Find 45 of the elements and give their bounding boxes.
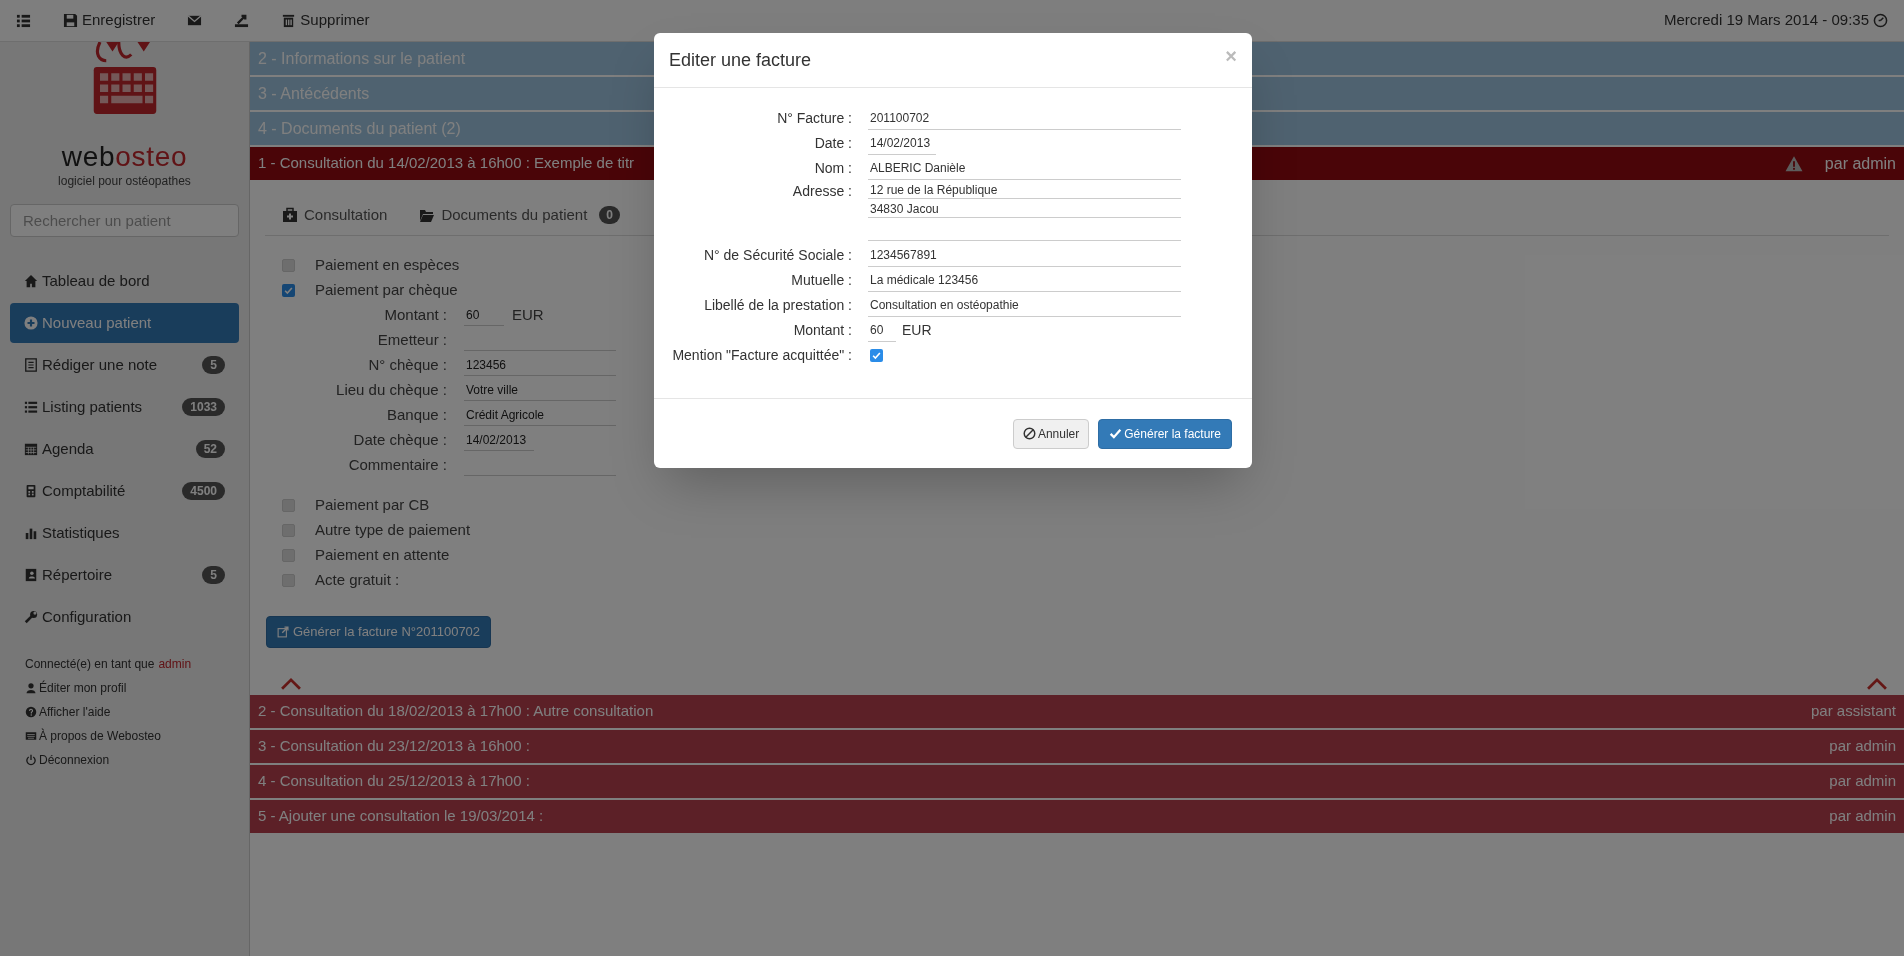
field-label: N° de Sécurité Sociale : (703, 246, 853, 265)
field-label: Date chèque : (352, 429, 448, 450)
field-label: Adresse : (791, 182, 853, 201)
option-label: Paiement en espèces (315, 254, 460, 275)
count-badge: 5 (202, 356, 225, 374)
unit-label: EUR (512, 304, 544, 325)
option-label: Autre type de paiement (315, 519, 471, 540)
section-title: 4 - Consultation du 25/12/2013 à 17h00 : (258, 770, 530, 791)
field-label: Montant : (792, 321, 853, 340)
unit-label: EUR (902, 321, 932, 340)
field-label: Mention "Facture acquittée" : (671, 346, 853, 365)
field-label: Lieu du chèque : (335, 379, 448, 400)
field-label: N° Facture : (776, 109, 853, 128)
count-badge: 0 (599, 206, 620, 225)
field-label: N° chèque : (367, 354, 448, 375)
author-label: par assistant (1810, 700, 1896, 721)
option-label: Paiement par CB (315, 494, 430, 515)
count-badge: 52 (195, 440, 225, 458)
field-label: Libellé de la prestation : (703, 296, 853, 315)
author-label: par admin (1829, 805, 1896, 826)
author-label: par admin (1829, 735, 1896, 756)
dialog-title: Editer une facture (669, 48, 812, 72)
field-label: Commentaire : (347, 454, 448, 475)
count-badge: 1033 (182, 398, 225, 416)
field-label: Banque : (385, 404, 448, 425)
option-label: Paiement par chèque (315, 279, 458, 300)
section-title: 5 - Ajouter une consultation le 19/03/2014 : (258, 805, 544, 826)
section-title: 2 - Consultation du 18/02/2013 à 17h00 : Autre consultation (258, 700, 654, 721)
tagline: logiciel pour ostéopathes (58, 173, 191, 190)
count-badge: 4500 (182, 482, 225, 500)
field-label: Date : (813, 134, 853, 153)
section-title: 3 - Consultation du 23/12/2013 à 16h00 : (258, 735, 530, 756)
option-label: Acte gratuit : (315, 569, 400, 590)
date-time: Mercredi 19 Mars 2014 - 09:35 (1663, 10, 1869, 31)
field-label: Mutuelle : (790, 271, 853, 290)
field-label: Nom : (813, 159, 853, 178)
connected-label: Connecté(e) en tant que (25, 656, 155, 673)
author-label: par admin (1824, 153, 1896, 174)
option-label: Paiement en attente (315, 544, 450, 565)
field-label: Emetteur : (376, 329, 448, 350)
count-badge: 5 (202, 566, 225, 584)
brand-name: webosteo (61, 142, 188, 172)
field-label: Montant : (383, 304, 448, 325)
author-label: par admin (1829, 770, 1896, 791)
section-title: 1 - Consultation du 14/02/2013 à 16h00 : Exemple de titr (258, 153, 635, 174)
